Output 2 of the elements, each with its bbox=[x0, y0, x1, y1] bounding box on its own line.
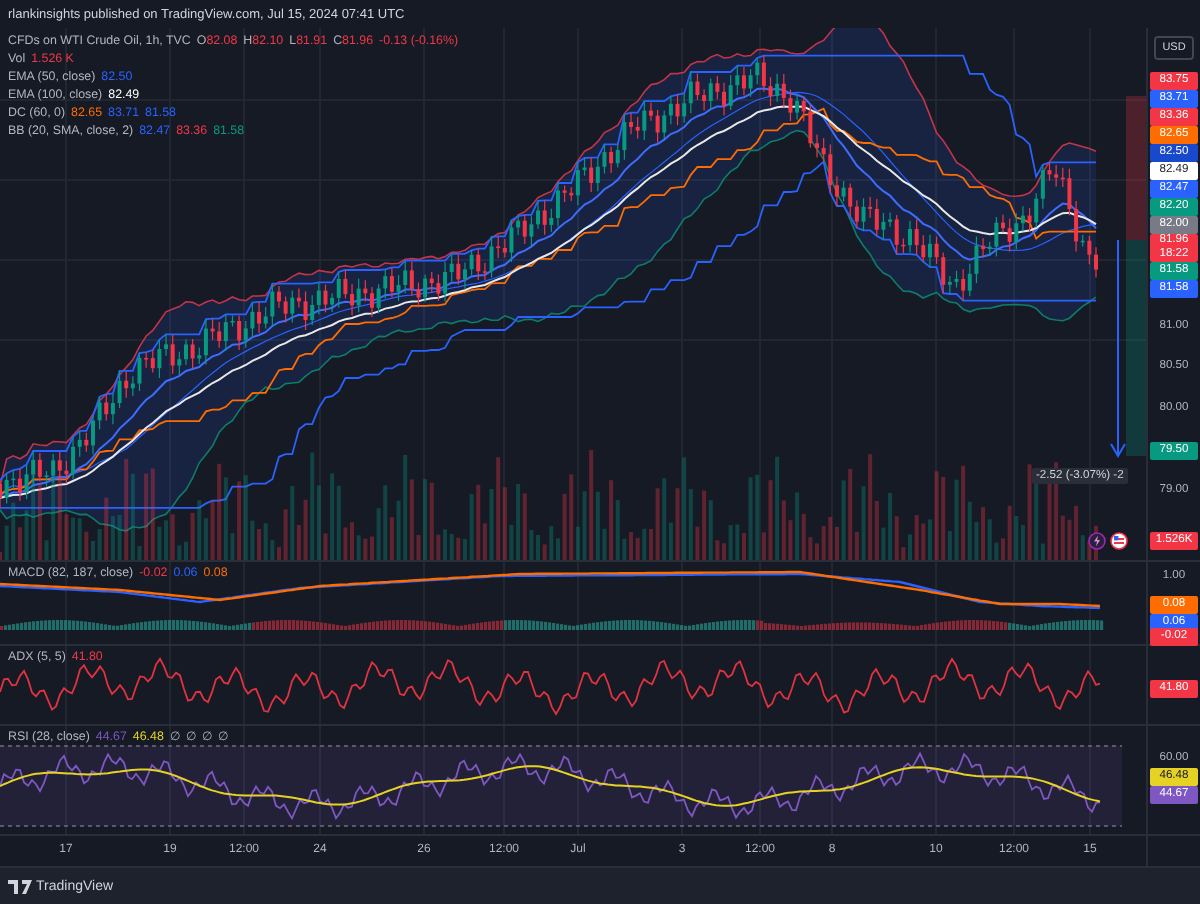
logo-icon bbox=[8, 879, 32, 893]
flag-icon bbox=[1110, 532, 1128, 550]
